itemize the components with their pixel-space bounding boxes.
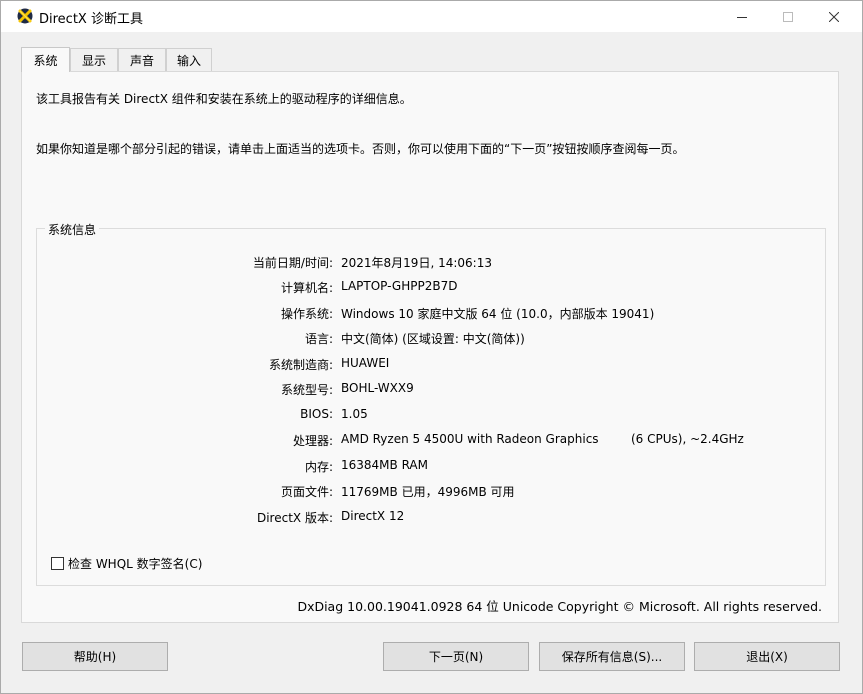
label-memory: 内存: <box>304 460 333 474</box>
label-datetime: 当前日期/时间: <box>252 256 333 270</box>
label-bios: BIOS: <box>300 407 333 421</box>
next-page-button[interactable]: 下一页(N) <box>383 642 529 671</box>
directx-icon <box>17 8 33 24</box>
intro-text-1: 该工具报告有关 DirectX 组件和安装在系统上的驱动程序的详细信息。 <box>36 92 412 106</box>
help-button[interactable]: 帮助(H) <box>22 642 168 671</box>
intro-text-2: 如果你知道是哪个部分引起的错误，请单击上面适当的选项卡。否则，你可以使用下面的“… <box>36 142 685 156</box>
tab-sound[interactable]: 声音 <box>118 48 166 71</box>
save-all-info-button[interactable]: 保存所有信息(S)... <box>539 642 685 671</box>
tab-display[interactable]: 显示 <box>70 48 118 71</box>
system-tab-panel: 该工具报告有关 DirectX 组件和安装在系统上的驱动程序的详细信息。 如果你… <box>21 71 839 623</box>
copyright-text: DxDiag 10.00.19041.0928 64 位 Unicode Cop… <box>297 599 822 614</box>
system-info-title: 系统信息 <box>45 221 100 238</box>
label-processor: 处理器: <box>292 434 333 448</box>
value-directx-version: DirectX 12 <box>341 509 405 523</box>
value-manufacturer: HUAWEI <box>341 356 390 370</box>
label-language: 语言: <box>304 332 333 346</box>
value-bios: 1.05 <box>341 407 368 421</box>
whql-checkbox-row[interactable]: 检查 WHQL 数字签名(C) <box>51 555 202 572</box>
label-model: 系统型号: <box>280 383 333 397</box>
value-memory: 16384MB RAM <box>341 458 428 472</box>
label-manufacturer: 系统制造商: <box>268 358 333 372</box>
whql-checkbox-label: 检查 WHQL 数字签名(C) <box>68 557 203 571</box>
close-icon <box>829 11 839 22</box>
minimize-icon <box>737 16 747 18</box>
dxdiag-window: DirectX 诊断工具 系统 显示 声音 输入 该工具报告有关 DirectX… <box>0 0 863 694</box>
title-bar: DirectX 诊断工具 <box>1 1 862 32</box>
label-os: 操作系统: <box>280 307 333 321</box>
minimize-button[interactable] <box>719 1 765 32</box>
maximize-button[interactable] <box>765 1 811 32</box>
value-page-file: 11769MB 已用，4996MB 可用 <box>341 485 515 499</box>
label-computer-name: 计算机名: <box>280 281 333 295</box>
label-directx-version: DirectX 版本: <box>256 511 333 525</box>
exit-button[interactable]: 退出(X) <box>694 642 840 671</box>
value-model: BOHL-WXX9 <box>341 381 414 395</box>
window-title: DirectX 诊断工具 <box>39 12 143 27</box>
whql-checkbox[interactable] <box>51 557 64 570</box>
value-language: 中文(简体) (区域设置: 中文(简体)) <box>341 332 525 346</box>
close-button[interactable] <box>811 1 857 32</box>
label-page-file: 页面文件: <box>280 485 333 499</box>
value-processor-cores: (6 CPUs), ~2.4GHz <box>631 432 744 446</box>
tab-system[interactable]: 系统 <box>21 47 70 72</box>
tab-input[interactable]: 输入 <box>166 48 212 71</box>
value-datetime: 2021年8月19日, 14:06:13 <box>341 256 492 270</box>
value-processor: AMD Ryzen 5 4500U with Radeon Graphics <box>341 432 599 446</box>
system-info-group: 系统信息 当前日期/时间: 2021年8月19日, 14:06:13 计算机名:… <box>36 221 826 586</box>
value-os: Windows 10 家庭中文版 64 位 (10.0，内部版本 19041) <box>341 307 655 321</box>
value-computer-name: LAPTOP-GHPP2B7D <box>341 279 458 293</box>
maximize-icon <box>783 11 793 22</box>
